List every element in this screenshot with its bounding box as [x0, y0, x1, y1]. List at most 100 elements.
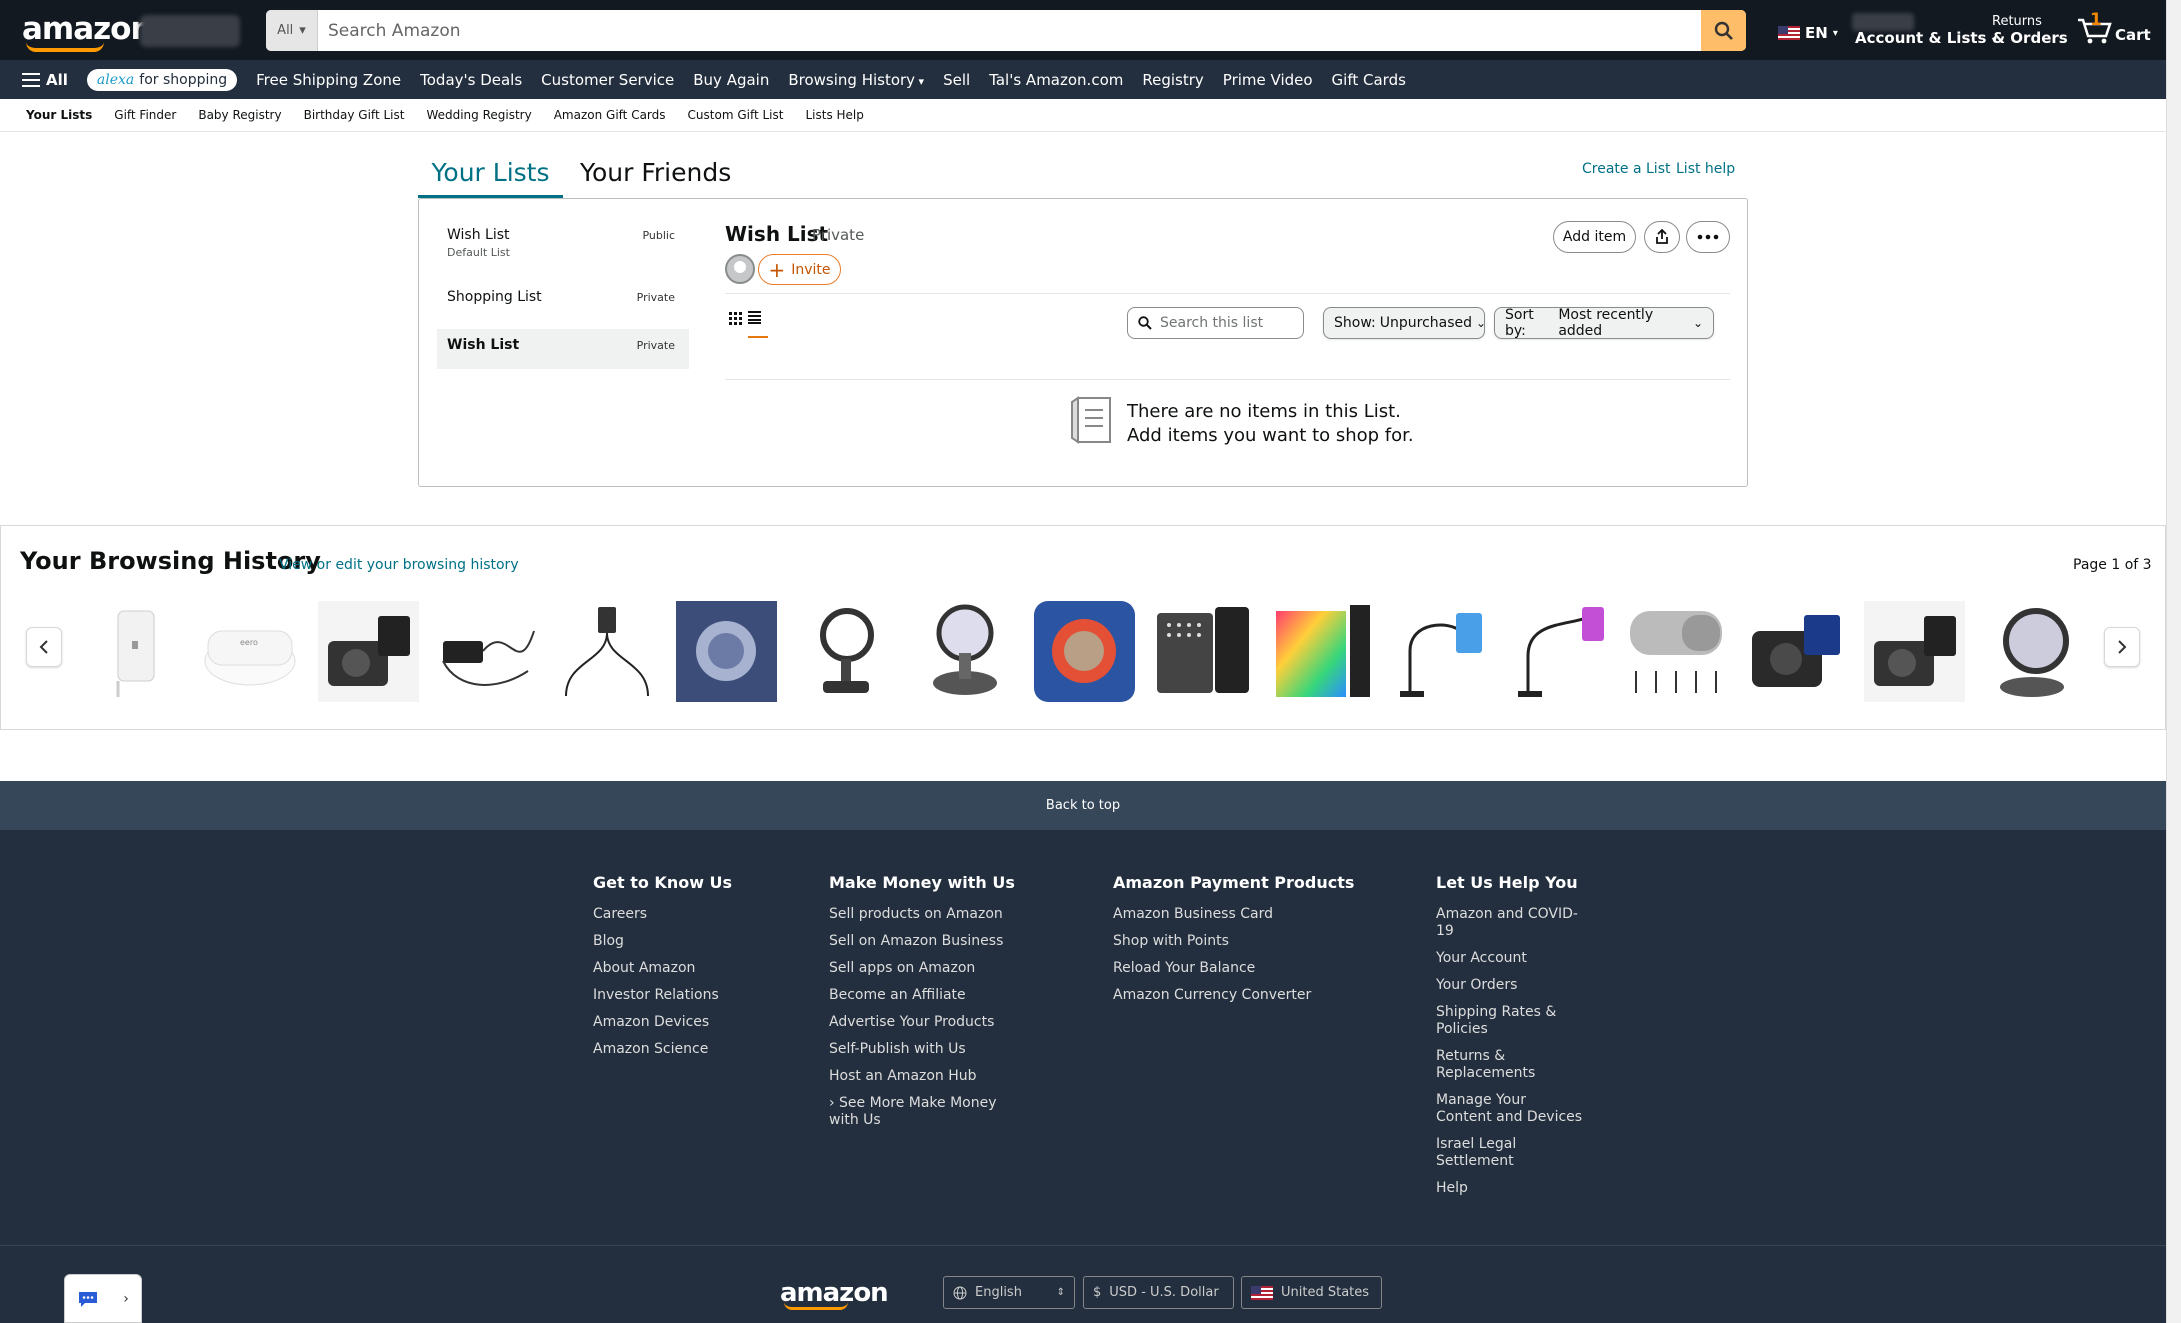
product-thumbnail[interactable] — [1982, 601, 2083, 702]
nav-browsing-history[interactable]: Browsing History — [788, 71, 924, 89]
list-view-icon[interactable] — [748, 309, 768, 338]
returns-line2: & Orders — [1992, 29, 2068, 47]
create-list-link[interactable]: Create a List — [1582, 161, 1670, 177]
add-item-button[interactable]: Add item — [1553, 221, 1636, 253]
footer-link[interactable]: Shop with Points — [1113, 933, 1354, 950]
listnav-baby-registry[interactable]: Baby Registry — [198, 108, 281, 122]
product-thumbnail[interactable] — [1390, 601, 1491, 702]
nav-todays-deals[interactable]: Today's Deals — [420, 71, 522, 89]
nav-prime-video[interactable]: Prime Video — [1223, 71, 1313, 89]
more-options-button[interactable] — [1686, 221, 1730, 253]
deliver-to-redacted[interactable] — [140, 15, 240, 47]
search-input[interactable] — [318, 10, 1701, 51]
all-menu-button[interactable]: All — [22, 71, 68, 89]
listnav-custom-gift-list[interactable]: Custom Gift List — [688, 108, 784, 122]
footer-link[interactable]: Your Orders — [1436, 977, 1582, 994]
chat-icon — [79, 1291, 98, 1307]
returns-and-orders[interactable]: Returns & Orders — [1992, 14, 2068, 48]
carousel-next-button[interactable] — [2104, 627, 2140, 667]
footer-link[interactable]: Reload Your Balance — [1113, 960, 1354, 977]
footer-link[interactable]: Become an Affiliate — [829, 987, 1015, 1004]
footer-currency-selector[interactable]: $ USD - U.S. Dollar — [1083, 1276, 1234, 1309]
footer-link[interactable]: Manage Your Content and Devices — [1436, 1092, 1582, 1126]
footer-language-selector[interactable]: English ⇕ — [943, 1276, 1075, 1309]
tab-your-lists[interactable]: Your Lists — [418, 158, 563, 198]
nav-tals-amazon[interactable]: Tal's Amazon.com — [989, 71, 1123, 89]
listnav-wedding-registry[interactable]: Wedding Registry — [426, 108, 531, 122]
nav-free-shipping[interactable]: Free Shipping Zone — [256, 71, 401, 89]
account-and-lists[interactable]: Account & Lists ▾ — [1855, 29, 1997, 47]
footer-country-selector[interactable]: United States — [1241, 1276, 1382, 1309]
footer-link[interactable]: Amazon Devices — [593, 1014, 732, 1031]
cart-button[interactable]: Cart — [2076, 16, 2151, 44]
footer-link[interactable]: Self-Publish with Us — [829, 1041, 1015, 1058]
product-thumbnail[interactable] — [1746, 601, 1847, 702]
product-thumbnail[interactable] — [1034, 601, 1135, 702]
footer-link[interactable]: Amazon Science — [593, 1041, 732, 1058]
nav-customer-service[interactable]: Customer Service — [541, 71, 674, 89]
footer-link[interactable]: Returns & Replacements — [1436, 1048, 1582, 1082]
footer-link[interactable]: Host an Amazon Hub — [829, 1068, 1015, 1085]
footer-link[interactable]: Amazon Business Card — [1113, 906, 1354, 923]
tab-your-friends[interactable]: Your Friends — [580, 158, 731, 187]
show-filter-dropdown[interactable]: Show: Unpurchased ⌄ — [1323, 307, 1486, 339]
footer-link[interactable]: Blog — [593, 933, 732, 950]
footer-link[interactable]: About Amazon — [593, 960, 732, 977]
list-privacy[interactable]: Private — [812, 226, 864, 244]
footer-link[interactable]: Amazon Currency Converter — [1113, 987, 1354, 1004]
footer-link[interactable]: Investor Relations — [593, 987, 732, 1004]
listnav-gift-finder[interactable]: Gift Finder — [114, 108, 176, 122]
nav-buy-again[interactable]: Buy Again — [693, 71, 769, 89]
listnav-amazon-gift-cards[interactable]: Amazon Gift Cards — [554, 108, 666, 122]
product-thumbnail[interactable] — [318, 601, 419, 702]
share-button[interactable] — [1644, 221, 1680, 253]
search-icon — [1714, 21, 1733, 40]
footer-link[interactable]: Careers — [593, 906, 732, 923]
nav-registry[interactable]: Registry — [1142, 71, 1203, 89]
product-thumbnail[interactable] — [676, 601, 777, 702]
footer-link[interactable]: Sell apps on Amazon — [829, 960, 1015, 977]
footer-link[interactable]: Shipping Rates & Policies — [1436, 1004, 1582, 1038]
listnav-your-lists[interactable]: Your Lists — [26, 108, 92, 122]
footer-link[interactable]: › See More Make Money with Us — [829, 1095, 1015, 1129]
vertical-scrollbar[interactable] — [2166, 0, 2181, 1323]
list-item[interactable]: Shopping List Private — [437, 281, 689, 313]
footer-link[interactable]: Israel Legal Settlement — [1436, 1136, 1582, 1170]
alexa-for-shopping-link[interactable]: alexa for shopping — [86, 68, 238, 91]
list-item[interactable]: Wish List Default List Public — [437, 219, 689, 267]
footer-link[interactable]: Sell products on Amazon — [829, 906, 1015, 923]
listnav-birthday-gift-list[interactable]: Birthday Gift List — [304, 108, 405, 122]
language-selector[interactable]: EN ▾ — [1778, 24, 1838, 42]
product-thumbnail[interactable] — [1626, 601, 1727, 702]
list-item-selected[interactable]: Wish List Private — [437, 329, 689, 369]
search-category-select[interactable]: All ▾ — [266, 10, 318, 51]
sort-dropdown[interactable]: Sort by: Most recently added ⌄ — [1494, 307, 1714, 339]
back-to-top-button[interactable]: Back to top — [0, 781, 2166, 830]
nav-sell[interactable]: Sell — [943, 71, 970, 89]
carousel-prev-button[interactable] — [26, 627, 62, 667]
product-thumbnail[interactable] — [1508, 601, 1609, 702]
nav-gift-cards[interactable]: Gift Cards — [1332, 71, 1406, 89]
product-thumbnail[interactable] — [1153, 601, 1254, 702]
grid-view-icon[interactable] — [729, 310, 742, 329]
listnav-lists-help[interactable]: Lists Help — [805, 108, 863, 122]
footer-link[interactable]: Sell on Amazon Business — [829, 933, 1015, 950]
product-thumbnail[interactable] — [556, 601, 657, 702]
product-thumbnail[interactable] — [438, 601, 539, 702]
product-thumbnail[interactable] — [88, 601, 189, 702]
edit-browsing-history-link[interactable]: View or edit your browsing history — [279, 557, 519, 573]
product-thumbnail[interactable] — [795, 601, 896, 702]
footer-link[interactable]: Amazon and COVID- 19 — [1436, 906, 1582, 940]
product-thumbnail[interactable]: eero — [200, 601, 301, 702]
footer-link[interactable]: Help — [1436, 1180, 1582, 1197]
footer-link[interactable]: Your Account — [1436, 950, 1582, 967]
invite-button[interactable]: + Invite — [758, 254, 841, 285]
list-help-link[interactable]: List help — [1676, 161, 1735, 177]
product-thumbnail[interactable] — [1864, 601, 1965, 702]
product-thumbnail[interactable] — [915, 601, 1016, 702]
product-thumbnail[interactable] — [1272, 601, 1373, 702]
chat-widget[interactable]: › — [64, 1274, 142, 1323]
search-button[interactable] — [1701, 10, 1746, 51]
footer-link[interactable]: Advertise Your Products — [829, 1014, 1015, 1031]
search-this-list[interactable]: Search this list — [1127, 307, 1304, 339]
